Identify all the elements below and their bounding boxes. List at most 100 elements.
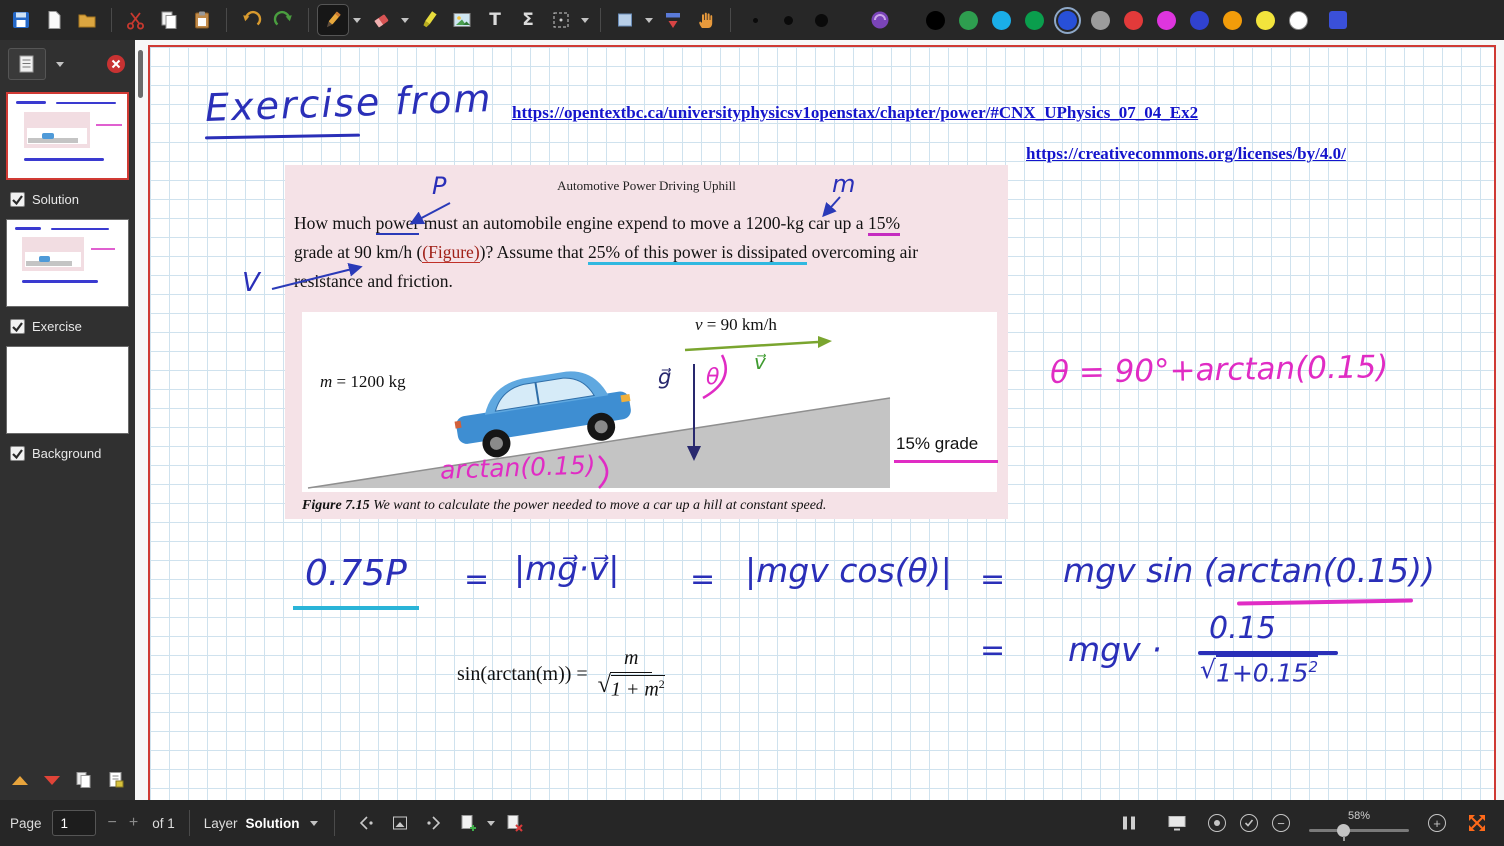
new-document-button[interactable] [39, 5, 69, 35]
solution-lhs: 0.75P [305, 553, 407, 594]
page-number-input[interactable]: 1 [52, 810, 96, 836]
highlighter-tool-button[interactable] [414, 5, 444, 35]
fraction-bar-stroke [1198, 651, 1338, 655]
save-button[interactable] [6, 5, 36, 35]
annotation-velocity: V [242, 268, 260, 298]
add-page-button[interactable] [455, 811, 481, 835]
page-thumbnail-current[interactable] [6, 92, 129, 180]
duplicate-page-button[interactable] [72, 768, 95, 792]
scroll-down-button[interactable] [40, 768, 63, 792]
zoom-slider-track[interactable] [1309, 829, 1409, 832]
grade-percent-underlined: 15% [868, 213, 900, 236]
swatch-red[interactable] [1124, 11, 1143, 30]
zoom-100-button[interactable] [1240, 814, 1258, 832]
car-illustration [450, 362, 636, 463]
page-template-button[interactable] [387, 811, 413, 835]
color-picker-button[interactable] [1323, 5, 1353, 35]
preview-layout-button[interactable] [8, 48, 46, 80]
swatch-white[interactable] [1289, 11, 1308, 30]
selection-tool-button[interactable] [546, 5, 576, 35]
swatch-black[interactable] [926, 11, 945, 30]
swatch-light-blue[interactable] [992, 11, 1011, 30]
swatch-yellow[interactable] [1256, 11, 1275, 30]
layer-label-exercise: Exercise [32, 319, 82, 334]
shape-dropdown-chevron[interactable] [645, 18, 653, 23]
fill-style-button[interactable] [865, 5, 895, 35]
canvas-area[interactable]: Exercise from https://opentextbc.ca/univ… [135, 40, 1504, 800]
add-page-dropdown-chevron[interactable] [487, 821, 495, 826]
page-label: Page [10, 816, 42, 831]
layer-toggle-solution[interactable]: Solution [0, 180, 135, 213]
document-page[interactable]: Exercise from https://opentextbc.ca/univ… [148, 45, 1496, 800]
fine-dot-icon [753, 18, 758, 23]
pen-tool-button[interactable] [318, 5, 348, 35]
scroll-up-button[interactable] [8, 768, 31, 792]
identity-lhs: sin(arctan(m)) = [457, 663, 588, 686]
pen-size-medium-button[interactable] [773, 5, 803, 35]
fullscreen-button[interactable] [1464, 811, 1490, 835]
zoom-slider[interactable] [1309, 823, 1409, 837]
delete-page-icon [504, 813, 524, 833]
license-url-link[interactable]: https://creativecommons.org/licenses/by/… [1026, 144, 1346, 164]
swatch-green[interactable] [959, 11, 978, 30]
thick-dot-icon [815, 14, 828, 27]
swatch-magenta[interactable] [1157, 11, 1176, 30]
color-swatches [926, 11, 1308, 30]
close-sidebar-button[interactable] [105, 53, 127, 75]
paired-pages-button[interactable] [1116, 811, 1142, 835]
delete-page-button[interactable] [501, 811, 527, 835]
grade-underline-stroke [894, 460, 998, 463]
swatch-royal-blue[interactable] [1190, 11, 1209, 30]
fullscreen-icon [1466, 812, 1488, 834]
background-checkbox[interactable] [10, 446, 25, 461]
canvas-scrollbar[interactable] [138, 50, 143, 98]
paste-button[interactable] [187, 5, 217, 35]
hand-tool-button[interactable] [691, 5, 721, 35]
eraser-tool-button[interactable] [366, 5, 396, 35]
copy-button[interactable] [154, 5, 184, 35]
exercise-checkbox[interactable] [10, 319, 25, 334]
zoom-fit-button[interactable] [1208, 814, 1226, 832]
redo-button[interactable] [269, 5, 299, 35]
handwritten-title: Exercise from [204, 76, 493, 130]
presentation-mode-button[interactable] [1164, 811, 1190, 835]
pen-dropdown-chevron[interactable] [353, 18, 361, 23]
page-decrement-button[interactable]: − [108, 814, 117, 832]
swatch-orange[interactable] [1223, 11, 1242, 30]
vertical-space-tool-button[interactable] [658, 5, 688, 35]
layer-toggle-background[interactable]: Background [0, 434, 135, 467]
undo-button[interactable] [236, 5, 266, 35]
hand-icon [695, 9, 717, 31]
problem-image: Automotive Power Driving Uphill How much… [285, 165, 1008, 519]
text-tool-icon: T [489, 10, 501, 30]
selection-dropdown-chevron[interactable] [581, 18, 589, 23]
zoom-in-button[interactable]: + [1428, 814, 1446, 832]
page-settings-button[interactable] [104, 768, 127, 792]
preview-layout-dropdown[interactable] [56, 62, 64, 67]
figure-link[interactable]: (Figure) [422, 242, 479, 263]
layer-toggle-exercise[interactable]: Exercise [0, 307, 135, 340]
page-increment-button[interactable]: + [129, 814, 138, 832]
cut-button[interactable] [121, 5, 151, 35]
pen-size-thick-button[interactable] [806, 5, 836, 35]
page-settings-icon [106, 770, 126, 790]
layer-dropdown-chevron[interactable] [310, 821, 318, 826]
eraser-dropdown-chevron[interactable] [401, 18, 409, 23]
layer-thumbnail-background[interactable] [6, 346, 129, 434]
pen-size-fine-button[interactable] [740, 5, 770, 35]
math-tex-tool-button[interactable]: Σ [513, 5, 543, 35]
next-annotated-page-button[interactable] [421, 811, 447, 835]
insert-image-button[interactable] [447, 5, 477, 35]
zoom-out-button[interactable]: − [1272, 814, 1290, 832]
swatch-blue[interactable] [1058, 11, 1077, 30]
swatch-gray[interactable] [1091, 11, 1110, 30]
swatch-dark-green[interactable] [1025, 11, 1044, 30]
source-url-link[interactable]: https://opentextbc.ca/universityphysicsv… [512, 103, 1198, 123]
previous-annotated-page-button[interactable] [353, 811, 379, 835]
thumb-magenta-stroke [96, 124, 122, 126]
solution-checkbox[interactable] [10, 192, 25, 207]
shape-tool-button[interactable] [610, 5, 640, 35]
open-file-button[interactable] [72, 5, 102, 35]
layer-thumbnail-solution[interactable] [6, 219, 129, 307]
text-tool-button[interactable]: T [480, 5, 510, 35]
